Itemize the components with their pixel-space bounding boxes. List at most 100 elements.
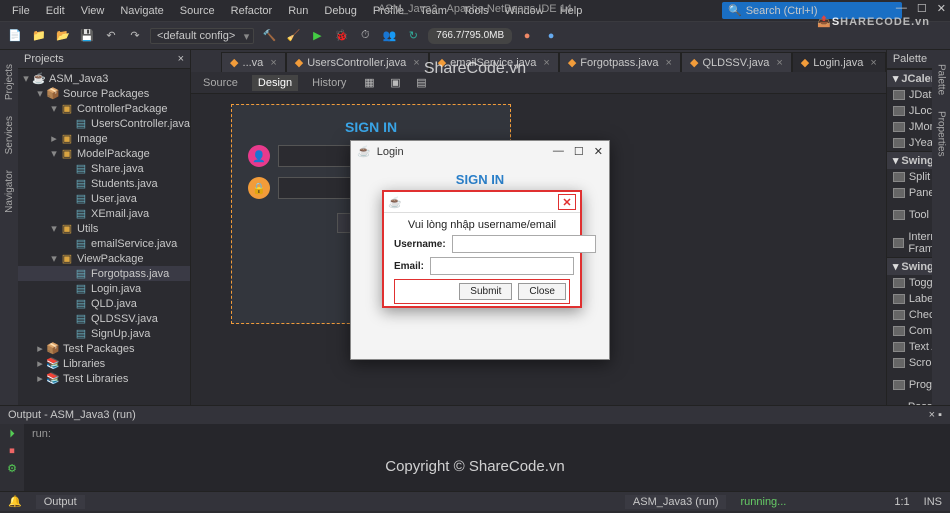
menu-source[interactable]: Source (174, 3, 221, 19)
toolbar-icon[interactable]: ▣ (386, 74, 404, 92)
component-icon (893, 238, 905, 248)
stop-icon[interactable]: ⏹ (9, 445, 15, 458)
rerun-icon[interactable]: ⏵ (9, 428, 15, 441)
dialog-username-field[interactable] (452, 235, 596, 253)
java-icon: ☕ (357, 145, 371, 158)
output-console[interactable]: run: (24, 424, 59, 491)
debug-icon[interactable]: 🐞 (332, 27, 350, 45)
tree-login[interactable]: ▤Login.java (18, 281, 190, 296)
projects-close-icon[interactable]: × (178, 53, 184, 65)
email-label: Email: (394, 261, 424, 272)
tree-signup[interactable]: ▤SignUp.java (18, 326, 190, 341)
redo-icon[interactable]: ↷ (126, 27, 144, 45)
left-tab-services[interactable]: Services (3, 112, 16, 158)
menu-file[interactable]: File (6, 3, 36, 19)
tree-share[interactable]: ▤Share.java (18, 161, 190, 176)
tree-image-pkg[interactable]: ▸▣Image (18, 131, 190, 146)
menu-edit[interactable]: Edit (40, 3, 71, 19)
close-icon[interactable]: ✕ (937, 2, 946, 15)
tab-close-icon[interactable]: × (270, 57, 276, 69)
save-all-icon[interactable]: 💾 (78, 27, 96, 45)
forgot-dialog[interactable]: ☕ ✕ Vui lòng nhập username/email Usernam… (382, 190, 582, 308)
menu-view[interactable]: View (75, 3, 111, 19)
dialog-close-icon[interactable]: ✕ (558, 194, 576, 210)
window-title: ASM_Java3 - Apache NetBeans IDE 14 (378, 3, 572, 15)
subtab-source[interactable]: Source (197, 75, 244, 91)
menu-navigate[interactable]: Navigate (114, 3, 169, 19)
tree-userscontroller[interactable]: ▤UsersController.java (18, 116, 190, 131)
component-icon (893, 278, 905, 288)
tree-emailservice[interactable]: ▤emailService.java (18, 236, 190, 251)
toolbar-icon[interactable]: ▦ (360, 74, 378, 92)
tab-close-icon[interactable]: × (413, 57, 419, 69)
dialog-titlebar[interactable]: ☕ ✕ (384, 192, 580, 213)
tree-qldssv[interactable]: ▤QLDSSV.java (18, 311, 190, 326)
reload-icon[interactable]: ↻ (404, 27, 422, 45)
tab-close-icon[interactable]: × (666, 57, 672, 69)
tree-forgotpass[interactable]: ▤Forgotpass.java (18, 266, 190, 281)
dialog-email-field[interactable] (430, 257, 574, 275)
component-icon (893, 342, 905, 352)
right-tab-properties[interactable]: Properties (935, 107, 948, 161)
left-tab-projects[interactable]: Projects (3, 60, 16, 104)
tree-user[interactable]: ▤User.java (18, 191, 190, 206)
extra-icon-2[interactable]: ● (542, 27, 560, 45)
gutter-icon[interactable]: ⚙ (7, 462, 17, 475)
open-icon[interactable]: 📂 (54, 27, 72, 45)
dialog-heading: Vui lòng nhập username/email (394, 219, 570, 231)
tree-qld[interactable]: ▤QLD.java (18, 296, 190, 311)
left-tab-navigator[interactable]: Navigator (3, 166, 16, 217)
tab-va[interactable]: ◆...va× (221, 52, 286, 72)
tree-view-pkg[interactable]: ▾▣ViewPackage (18, 251, 190, 266)
undo-icon[interactable]: ↶ (102, 27, 120, 45)
memory-indicator[interactable]: 766.7/795.0MB (428, 28, 512, 44)
lock-icon: 🔒 (248, 177, 270, 199)
tree-test-packages[interactable]: ▸📦Test Packages (18, 341, 190, 356)
menu-run[interactable]: Run (282, 3, 314, 19)
clean-build-icon[interactable]: 🧹 (284, 27, 302, 45)
right-tab-palette[interactable]: Palette (935, 60, 948, 99)
extra-icon-1[interactable]: ● (518, 27, 536, 45)
team-icon[interactable]: 👥 (380, 27, 398, 45)
close-icon[interactable]: ✕ (594, 145, 603, 158)
signin-heading: SIGN IN (242, 119, 500, 135)
component-icon (893, 380, 905, 390)
tab-userscontroller[interactable]: ◆UsersController.java× (286, 52, 429, 72)
tree-students[interactable]: ▤Students.java (18, 176, 190, 191)
run-config-combo[interactable]: <default config> (150, 28, 254, 44)
tree-xemail[interactable]: ▤XEmail.java (18, 206, 190, 221)
new-file-icon[interactable]: 📄 (6, 27, 24, 45)
tab-close-icon[interactable]: × (870, 57, 876, 69)
maximize-icon[interactable]: ☐ (574, 145, 584, 158)
minimize-icon[interactable]: — (553, 145, 564, 158)
main-toolbar: 📄 📁 📂 💾 ↶ ↷ <default config> 🔨 🧹 ▶ 🐞 ⏱ 👥… (0, 22, 950, 50)
status-ins-mode[interactable]: INS (924, 496, 942, 508)
output-close-icon[interactable]: × ▪ (929, 409, 942, 421)
run-icon[interactable]: ▶ (308, 27, 326, 45)
build-icon[interactable]: 🔨 (260, 27, 278, 45)
tab-close-icon[interactable]: × (543, 57, 549, 69)
status-output-tab[interactable]: Output (36, 495, 85, 509)
tree-controller-pkg[interactable]: ▾▣ControllerPackage (18, 101, 190, 116)
subtab-history[interactable]: History (306, 75, 352, 91)
tree-root[interactable]: ▾☕ASM_Java3 (18, 71, 190, 86)
submit-button[interactable]: Submit (459, 283, 512, 300)
menu-refactor[interactable]: Refactor (225, 3, 279, 19)
login-window-titlebar[interactable]: ☕ Login —☐✕ (351, 141, 609, 162)
tree-libraries[interactable]: ▸📚Libraries (18, 356, 190, 371)
status-notification-icon[interactable]: 🔔 (8, 495, 22, 508)
tab-qldssv[interactable]: ◆QLDSSV.java× (681, 52, 792, 72)
tree-model-pkg[interactable]: ▾▣ModelPackage (18, 146, 190, 161)
tab-login[interactable]: ◆Login.java× (792, 52, 886, 72)
tab-forgotpass[interactable]: ◆Forgotpass.java× (559, 52, 681, 72)
close-button[interactable]: Close (518, 283, 566, 300)
status-run-tab[interactable]: ASM_Java3 (run) (625, 495, 727, 509)
menu-debug[interactable]: Debug (318, 3, 362, 19)
subtab-design[interactable]: Design (252, 75, 298, 91)
new-project-icon[interactable]: 📁 (30, 27, 48, 45)
tab-close-icon[interactable]: × (776, 57, 782, 69)
tree-test-libraries[interactable]: ▸📚Test Libraries (18, 371, 190, 386)
tree-utils-pkg[interactable]: ▾▣Utils (18, 221, 190, 236)
profile-icon[interactable]: ⏱ (356, 27, 374, 45)
tree-source-packages[interactable]: ▾📦Source Packages (18, 86, 190, 101)
